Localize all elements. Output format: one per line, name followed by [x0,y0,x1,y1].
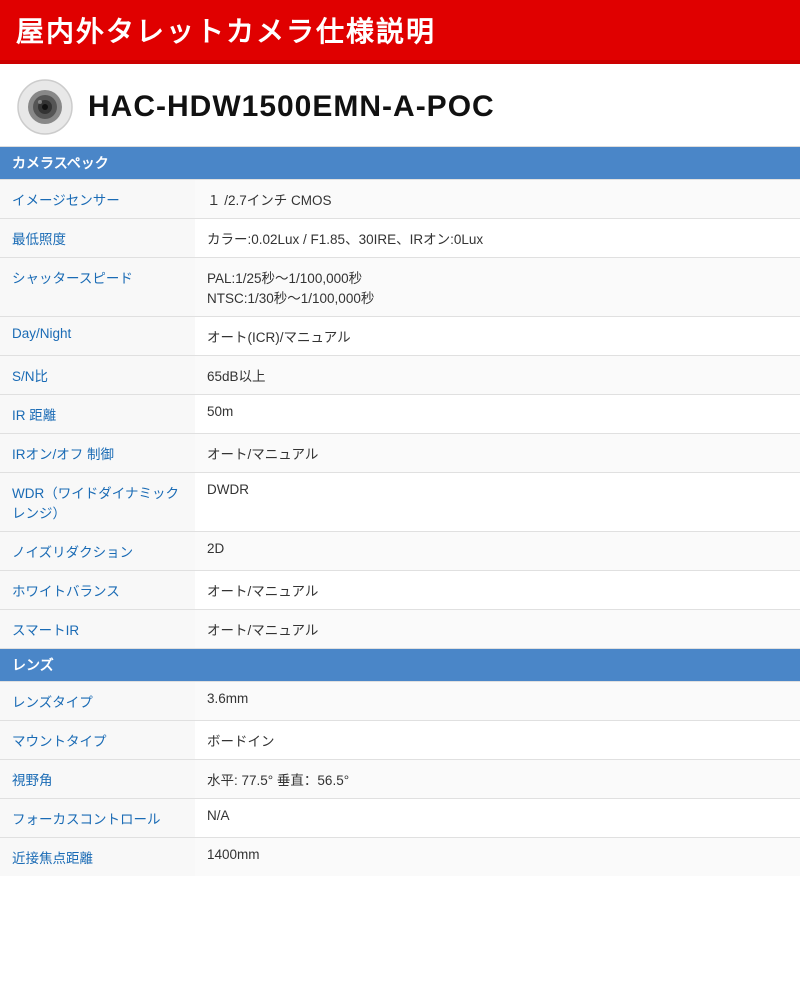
table-row: 最低照度カラー:0.02Lux / F1.85、30IRE、IRオン:0Lux [0,219,800,258]
spec-label: Day/Night [0,317,195,356]
spec-value: 3.6mm [195,682,800,721]
spec-table: カメラスペックイメージセンサー１ /2.7インチ CMOS最低照度カラー:0.0… [0,147,800,876]
spec-label: マウントタイプ [0,721,195,760]
table-row: 視野角水平: 77.5° 垂直：56.5° [0,760,800,799]
table-row: マウントタイプボードイン [0,721,800,760]
spec-label: イメージセンサー [0,180,195,219]
spec-value: PAL:1/25秒〜1/100,000秒NTSC:1/30秒〜1/100,000… [195,258,800,317]
page-header: 屋内外タレットカメラ仕様説明 [0,0,800,64]
spec-value: カラー:0.02Lux / F1.85、30IRE、IRオン:0Lux [195,219,800,258]
model-name: HAC-HDW1500EMN-A-POC [88,90,495,124]
table-row: ノイズリダクション2D [0,532,800,571]
table-row: ホワイトバランスオート/マニュアル [0,571,800,610]
model-section: HAC-HDW1500EMN-A-POC [0,64,800,147]
table-row: Day/Nightオート(ICR)/マニュアル [0,317,800,356]
spec-value: 水平: 77.5° 垂直：56.5° [195,760,800,799]
table-row: 近接焦点距離1400mm [0,838,800,877]
spec-value: オート/マニュアル [195,434,800,473]
spec-label: スマートIR [0,610,195,649]
spec-label: シャッタースピード [0,258,195,317]
spec-value: １ /2.7インチ CMOS [195,180,800,219]
spec-value: 65dB以上 [195,356,800,395]
spec-value: オート(ICR)/マニュアル [195,317,800,356]
spec-value: N/A [195,799,800,838]
spec-label: ホワイトバランス [0,571,195,610]
table-row: WDR（ワイドダイナミックレンジ）DWDR [0,473,800,532]
table-row: レンズタイプ3.6mm [0,682,800,721]
spec-label: S/N比 [0,356,195,395]
table-row: フォーカスコントロールN/A [0,799,800,838]
spec-label: 最低照度 [0,219,195,258]
spec-value: DWDR [195,473,800,532]
spec-value: 50m [195,395,800,434]
spec-label: 近接焦点距離 [0,838,195,877]
camera-icon [16,78,74,136]
spec-value: 2D [195,532,800,571]
table-row: シャッタースピードPAL:1/25秒〜1/100,000秒NTSC:1/30秒〜… [0,258,800,317]
table-row: イメージセンサー１ /2.7インチ CMOS [0,180,800,219]
spec-label: 視野角 [0,760,195,799]
section-header-camera-spec: カメラスペック [0,147,800,180]
table-row: スマートIRオート/マニュアル [0,610,800,649]
page-title: 屋内外タレットカメラ仕様説明 [16,10,784,50]
spec-value: オート/マニュアル [195,571,800,610]
table-row: IRオン/オフ 制御オート/マニュアル [0,434,800,473]
spec-label: IR 距離 [0,395,195,434]
spec-value: オート/マニュアル [195,610,800,649]
spec-value: ボードイン [195,721,800,760]
spec-label: IRオン/オフ 制御 [0,434,195,473]
spec-label: レンズタイプ [0,682,195,721]
spec-label: フォーカスコントロール [0,799,195,838]
section-header-lens: レンズ [0,649,800,682]
table-row: S/N比65dB以上 [0,356,800,395]
spec-value: 1400mm [195,838,800,877]
spec-label: ノイズリダクション [0,532,195,571]
spec-label: WDR（ワイドダイナミックレンジ） [0,473,195,532]
table-row: IR 距離50m [0,395,800,434]
